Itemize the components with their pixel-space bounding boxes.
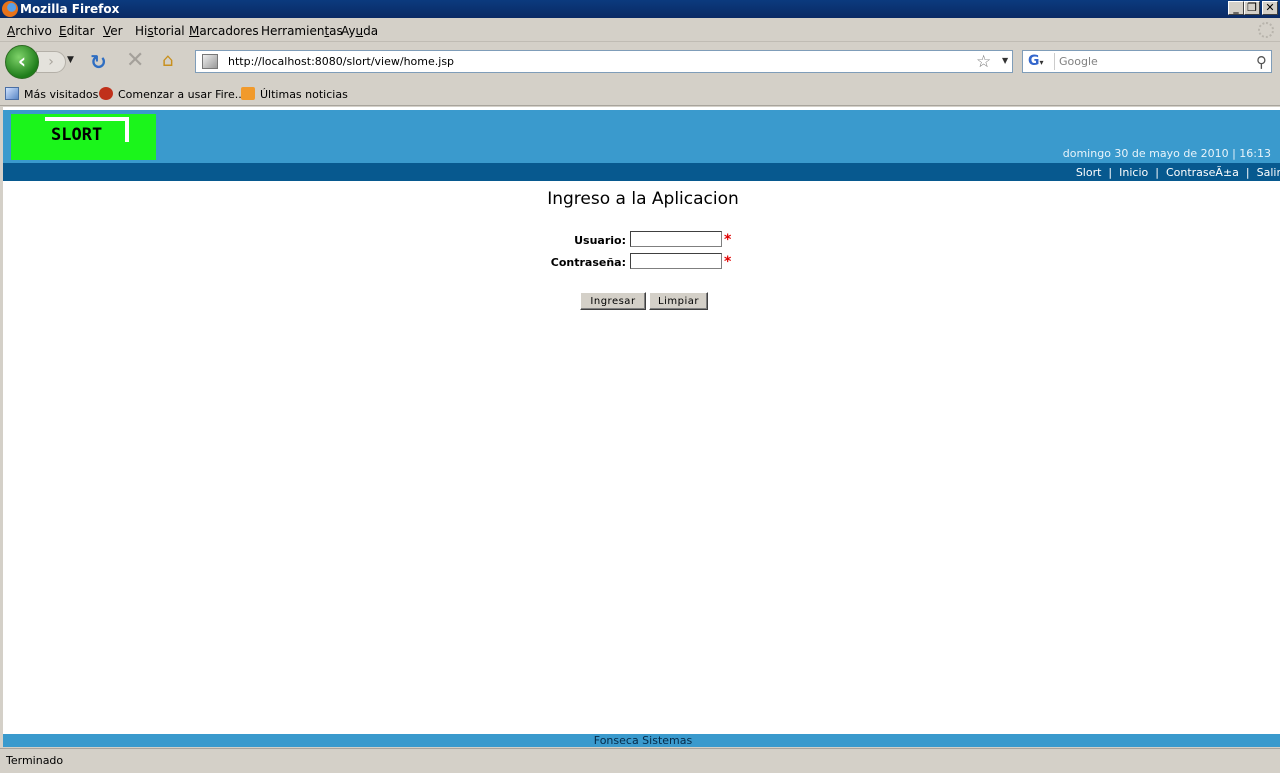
stop-icon[interactable]: ✕ bbox=[126, 50, 144, 72]
search-bar[interactable]: G▾ Google ⚲ bbox=[1022, 50, 1272, 73]
menu-historial[interactable]: Historial bbox=[135, 24, 185, 38]
menu-bar: Archivo Editar Ver Historial Marcadores … bbox=[0, 19, 1280, 42]
window-title: Mozilla Firefox bbox=[20, 2, 120, 16]
forward-button[interactable]: › bbox=[36, 51, 66, 73]
header-datetime: domingo 30 de mayo de 2010 | 16:13 bbox=[1062, 147, 1271, 160]
submit-button[interactable]: Ingresar bbox=[580, 292, 646, 310]
menu-ver[interactable]: Ver bbox=[103, 24, 123, 38]
rss-icon bbox=[241, 87, 255, 100]
page-title: Ingreso a la Aplicacion bbox=[547, 189, 739, 209]
password-input[interactable] bbox=[630, 253, 722, 269]
throbber-icon bbox=[1258, 22, 1274, 38]
bookmarks-toolbar: Más visitados Comenzar a usar Fire... Úl… bbox=[0, 82, 1280, 106]
smart-bookmark-icon bbox=[5, 87, 19, 100]
password-required-mark: * bbox=[724, 254, 732, 270]
nav-link-inicio[interactable]: Inicio bbox=[1119, 166, 1148, 179]
close-button[interactable]: ✕ bbox=[1262, 1, 1278, 15]
chevron-down-icon: ▾ bbox=[1039, 58, 1044, 67]
reset-button[interactable]: Limpiar bbox=[649, 292, 708, 310]
bookmark-star-icon[interactable]: ☆ bbox=[976, 52, 991, 72]
firefox-bookmark-icon bbox=[99, 87, 113, 100]
home-icon[interactable]: ⌂ bbox=[162, 51, 173, 71]
back-button[interactable]: ‹ bbox=[5, 45, 39, 79]
bookmark-mas-visitados[interactable]: Más visitados bbox=[5, 87, 98, 101]
window-title-bar: Mozilla Firefox _ ❐ ✕ bbox=[0, 0, 1280, 18]
search-engine-button[interactable]: G▾ bbox=[1025, 53, 1055, 70]
search-input[interactable]: Google bbox=[1059, 55, 1098, 68]
menu-marcadores[interactable]: Marcadores bbox=[189, 24, 259, 38]
user-input[interactable] bbox=[630, 231, 722, 247]
reload-icon[interactable]: ↻ bbox=[90, 52, 107, 72]
history-dropdown-icon[interactable]: ▼ bbox=[67, 55, 74, 65]
search-icon[interactable]: ⚲ bbox=[1256, 53, 1267, 71]
nav-link-salir[interactable]: Salir bbox=[1257, 166, 1280, 179]
minimize-button[interactable]: _ bbox=[1228, 1, 1244, 15]
navigation-toolbar: › ‹ ▼ ↻ ✕ ⌂ http://localhost:8080/slort/… bbox=[0, 43, 1280, 81]
bookmark-ultimas-noticias[interactable]: Últimas noticias bbox=[241, 87, 348, 101]
site-logo: SLORT bbox=[11, 114, 156, 160]
page-viewport: SLORT domingo 30 de mayo de 2010 | 16:13… bbox=[0, 107, 1280, 747]
nav-link-contrasena[interactable]: ContraseÃ±a bbox=[1166, 166, 1239, 179]
menu-editar[interactable]: Editar bbox=[59, 24, 95, 38]
firefox-icon bbox=[2, 1, 18, 17]
address-url[interactable]: http://localhost:8080/slort/view/home.js… bbox=[228, 55, 454, 68]
restore-button[interactable]: ❐ bbox=[1244, 1, 1260, 15]
bookmark-comenzar[interactable]: Comenzar a usar Fire... bbox=[99, 87, 245, 101]
user-label: Usuario: bbox=[574, 234, 626, 247]
menu-herramientas[interactable]: Herramientas bbox=[261, 24, 343, 38]
site-footer: Fonseca Sistemas bbox=[3, 734, 1280, 747]
status-text: Terminado bbox=[6, 754, 64, 767]
site-header: SLORT domingo 30 de mayo de 2010 | 16:13 bbox=[3, 110, 1280, 163]
menu-ayuda[interactable]: Ayuda bbox=[341, 24, 378, 38]
site-nav: Slort | Inicio | ContraseÃ±a | Salir bbox=[3, 163, 1280, 181]
menu-archivo[interactable]: Archivo bbox=[7, 24, 52, 38]
url-dropdown-icon[interactable]: ▼ bbox=[1002, 56, 1008, 65]
user-required-mark: * bbox=[724, 232, 732, 248]
password-label: Contraseña: bbox=[550, 256, 626, 269]
nav-link-slort[interactable]: Slort bbox=[1076, 166, 1102, 179]
status-bar: Terminado bbox=[0, 748, 1280, 773]
page-favicon-icon bbox=[202, 54, 218, 69]
logo-text: SLORT bbox=[51, 125, 103, 145]
address-bar[interactable]: http://localhost:8080/slort/view/home.js… bbox=[195, 50, 1013, 73]
